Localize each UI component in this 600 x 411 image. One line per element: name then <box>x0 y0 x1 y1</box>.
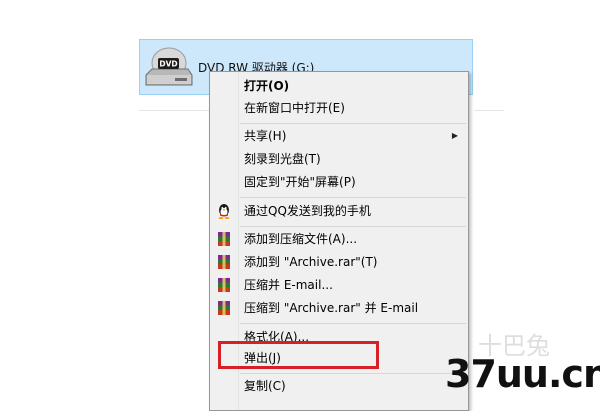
menu-item-copy[interactable]: 复制(C) <box>210 375 468 397</box>
menu-item-label: 固定到"开始"屏幕(P) <box>244 175 356 189</box>
menu-item-open-new-window[interactable]: 在新窗口中打开(E) <box>210 97 468 119</box>
menu-item-label: 在新窗口中打开(E) <box>244 101 345 115</box>
menu-item-compress-to-rar-and-email[interactable]: 压缩到 "Archive.rar" 并 E-mail <box>210 297 468 319</box>
menu-item-label: 压缩到 "Archive.rar" 并 E-mail <box>244 301 419 315</box>
submenu-arrow-icon: ▶ <box>451 131 458 140</box>
menu-item-label: 添加到压缩文件(A)... <box>244 232 358 246</box>
qq-penguin-icon <box>218 204 230 219</box>
menu-separator <box>240 123 466 124</box>
pane-divider-left <box>139 110 209 111</box>
menu-item-send-via-qq[interactable]: 通过QQ发送到我的手机 <box>210 200 468 222</box>
menu-item-label: 压缩并 E-mail... <box>244 278 333 292</box>
menu-separator <box>240 197 466 198</box>
menu-item-compress-and-email[interactable]: 压缩并 E-mail... <box>210 274 468 296</box>
pane-divider-right <box>474 110 504 111</box>
menu-item-open[interactable]: 打开(O) <box>210 75 468 97</box>
menu-item-label: 打开(O) <box>244 79 290 93</box>
menu-item-label: 刻录到光盘(T) <box>244 152 321 166</box>
dvd-logo-text: DVD <box>159 60 177 69</box>
menu-separator <box>240 226 466 227</box>
winrar-icon <box>218 301 230 315</box>
menu-item-pin-to-start[interactable]: 固定到"开始"屏幕(P) <box>210 171 468 193</box>
menu-item-label: 复制(C) <box>244 379 286 393</box>
menu-item-add-to-archive[interactable]: 添加到压缩文件(A)... <box>210 228 468 250</box>
menu-item-label: 共享(H) <box>244 129 287 143</box>
menu-item-add-to-archive-rar[interactable]: 添加到 "Archive.rar"(T) <box>210 251 468 273</box>
dvd-drive-icon: DVD <box>145 47 193 86</box>
menu-item-burn-to-disc[interactable]: 刻录到光盘(T) <box>210 148 468 170</box>
winrar-icon <box>218 255 230 269</box>
menu-separator <box>240 373 466 374</box>
menu-item-label: 添加到 "Archive.rar"(T) <box>244 255 378 269</box>
menu-item-label: 通过QQ发送到我的手机 <box>244 204 371 218</box>
eject-highlight-box <box>218 341 379 369</box>
winrar-icon <box>218 278 230 292</box>
menu-separator <box>240 323 466 324</box>
watermark-site-text: 37uu.cn <box>445 352 600 396</box>
menu-item-share[interactable]: 共享(H) ▶ <box>210 125 468 147</box>
winrar-icon <box>218 232 230 246</box>
